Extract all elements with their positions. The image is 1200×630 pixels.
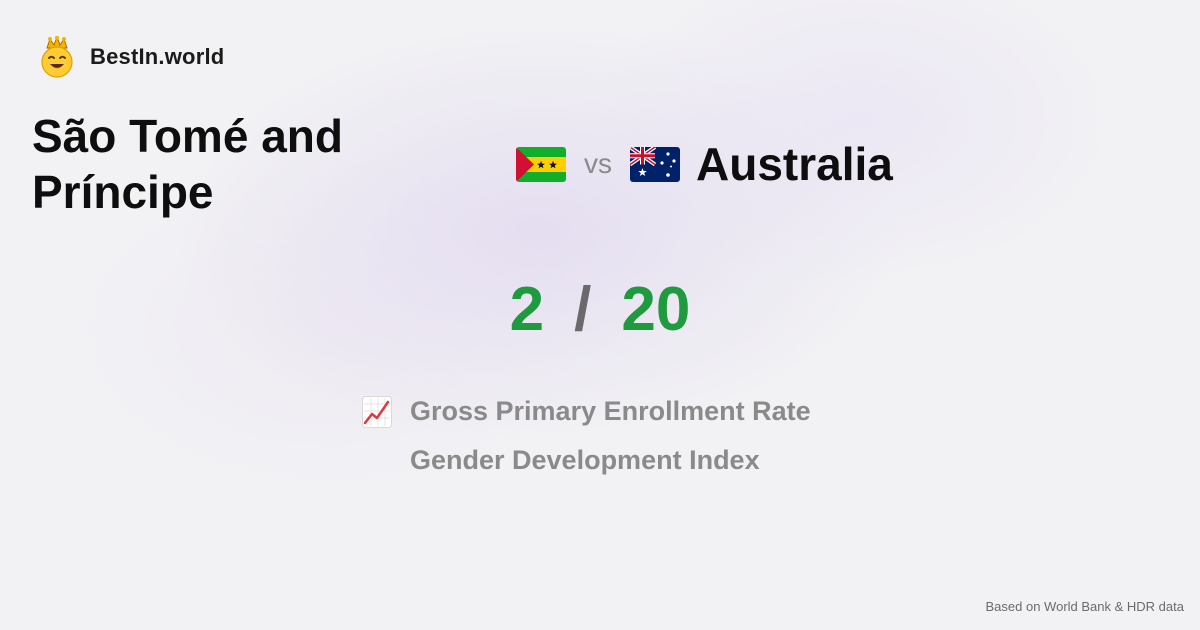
score-country-a: 2 — [509, 275, 545, 344]
chart-increasing-icon — [362, 396, 392, 428]
vs-label: vs — [584, 148, 612, 179]
metric-label-secondary: Gender Development Index — [410, 445, 760, 475]
versus-row: vs Australia — [516, 132, 893, 196]
country-a-name: São Tomé and Príncipe — [32, 110, 343, 218]
sao-tome-principe-flag-icon — [516, 146, 566, 182]
brand-name[interactable]: BestIn.world — [90, 44, 224, 70]
score-separator: / — [574, 275, 592, 344]
data-source-note: Based on World Bank & HDR data — [985, 599, 1184, 614]
brand-header[interactable]: BestIn.world — [38, 36, 224, 78]
country-b-name: Australia — [696, 138, 893, 190]
smiling-face-crown-icon — [41, 36, 73, 78]
metric-label-primary: Gross Primary Enrollment Rate — [410, 396, 811, 426]
australia-flag-icon — [630, 146, 680, 182]
score-display: 2 / 20 — [0, 272, 1200, 348]
metric-block: Gross Primary Enrollment Rate Gender Dev… — [362, 393, 811, 491]
metric-labels: Gross Primary Enrollment Rate Gender Dev… — [410, 393, 811, 491]
score-country-b: 20 — [621, 275, 691, 344]
